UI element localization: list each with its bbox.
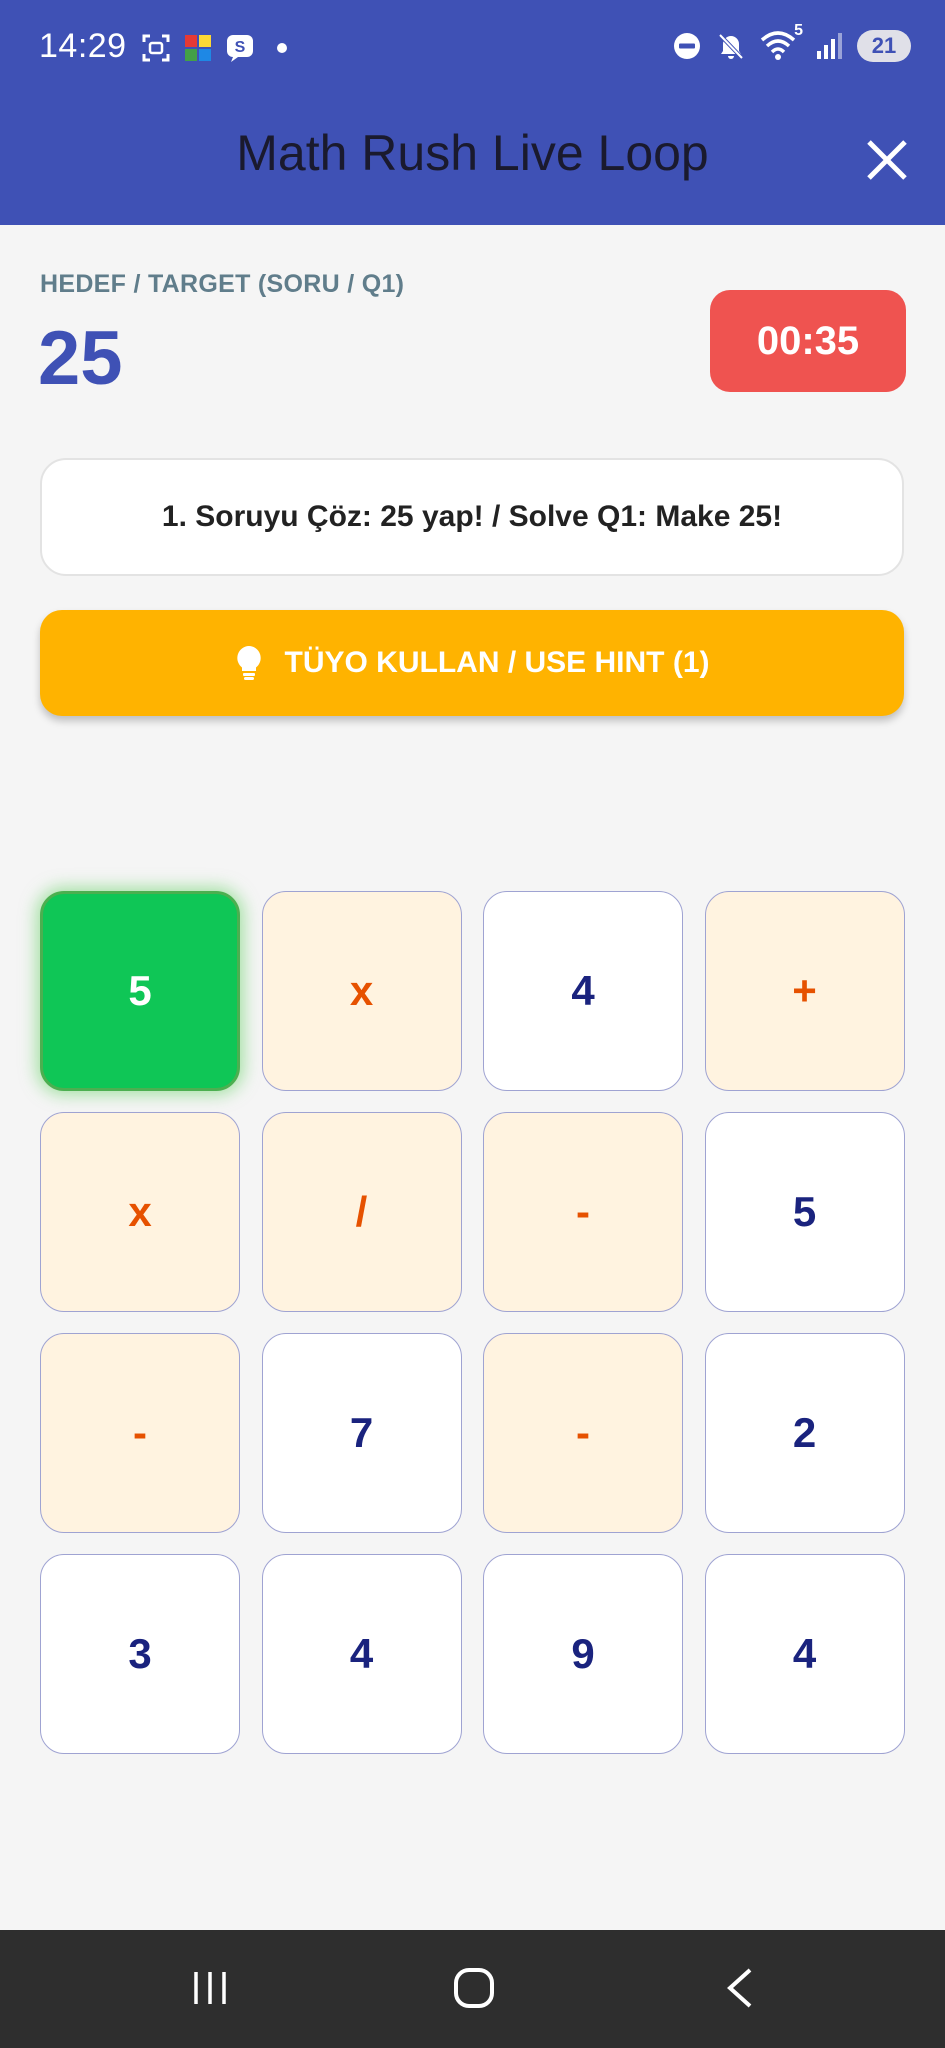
screenshot-icon [140,32,172,64]
lightbulb-icon [236,646,261,680]
operator-tile[interactable]: - [483,1333,683,1533]
target-value: 25 [38,316,123,401]
notification-dot-icon [266,32,298,64]
recents-button[interactable] [180,1958,240,2018]
operator-tile[interactable]: x [40,1112,240,1312]
number-tile[interactable]: 7 [261,1333,462,1533]
wifi-icon: 5 [759,22,803,62]
number-tile[interactable]: 5 [40,891,240,1091]
hint-label: TÜYO KULLAN / USE HINT (1) [284,646,710,679]
svg-text:S: S [235,39,246,56]
app-icon [182,32,214,64]
do-not-disturb-icon [671,30,703,62]
status-left-icons: S [140,32,298,64]
app-bar: Math Rush Live Loop [0,100,945,225]
operator-tile[interactable]: - [40,1333,240,1533]
status-right-icons: 5 21 [671,22,911,62]
recents-icon [194,1972,226,2004]
wifi-badge: 5 [794,22,803,39]
status-bar: 14:29 S 5 21 [0,0,945,100]
mute-icon [715,30,747,62]
use-hint-button[interactable]: TÜYO KULLAN / USE HINT (1) [40,610,904,716]
number-tile[interactable]: 5 [704,1112,905,1312]
operator-tile[interactable]: / [261,1112,462,1312]
signal-icon [813,30,845,62]
operator-tile[interactable]: + [704,891,905,1091]
question-message: 1. Soruyu Çöz: 25 yap! / Solve Q1: Make … [40,458,904,576]
operator-tile[interactable]: - [483,1112,683,1312]
number-tile[interactable]: 9 [483,1554,683,1754]
close-button[interactable] [857,130,917,190]
tile-grid: 5 x 4 + x / -5-7-2 3 4 9 4 [40,891,906,1754]
status-time: 14:29 [39,27,127,65]
app-title: Math Rush Live Loop [236,125,709,181]
close-icon [867,140,907,180]
navigation-bar [0,1930,945,2048]
timer: 00:35 [710,290,906,392]
operator-tile[interactable]: x [261,891,462,1091]
number-tile[interactable]: 4 [483,891,683,1091]
home-button[interactable] [444,1958,504,2018]
back-icon [727,1968,752,2008]
battery-icon: 21 [857,30,911,62]
target-label: HEDEF / TARGET (SORU / Q1) [40,270,405,298]
number-tile[interactable]: 4 [704,1554,905,1754]
messenger-icon: S [224,32,256,64]
number-tile[interactable]: 2 [704,1333,905,1533]
number-tile[interactable]: 4 [261,1554,462,1754]
home-icon [454,1968,494,2008]
back-button[interactable] [710,1958,770,2018]
number-tile[interactable]: 3 [40,1554,240,1754]
